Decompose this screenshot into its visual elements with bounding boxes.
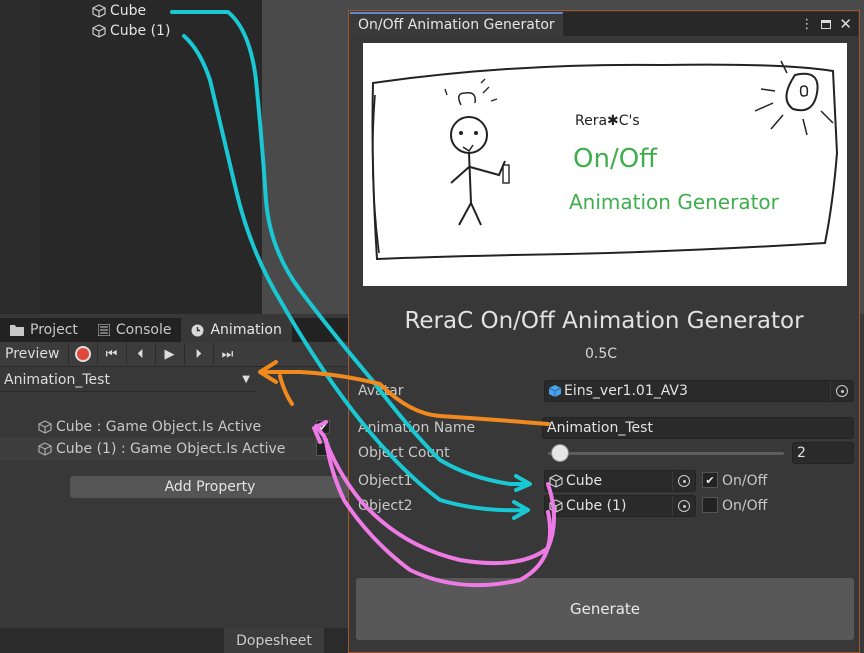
- object2-toggle-label: On/Off: [722, 498, 768, 514]
- console-icon: [97, 324, 110, 336]
- object1-toggle[interactable]: ✔: [702, 472, 718, 488]
- app-title: ReraC On/Off Animation Generator: [404, 308, 804, 334]
- object1-field[interactable]: Cube: [544, 470, 696, 492]
- hierarchy-item-label: Cube: [110, 3, 147, 19]
- banner-line1: On/Off: [573, 144, 658, 174]
- tab-label: Animation: [210, 322, 282, 338]
- folder-icon: [10, 325, 24, 336]
- object-count-slider[interactable]: [548, 452, 784, 455]
- cube-icon: [549, 499, 563, 513]
- generate-button[interactable]: Generate: [356, 578, 854, 640]
- dropdown-arrow-icon: ▼: [242, 374, 250, 385]
- step-back-icon: ⏴: [137, 346, 144, 362]
- object-picker-icon[interactable]: [830, 381, 853, 401]
- more-options-icon[interactable]: ⋮: [800, 17, 813, 32]
- avatar-field[interactable]: Eins_ver1.01_AV3: [544, 380, 854, 402]
- animation-name-label: Animation Name: [358, 420, 476, 436]
- tab-animation[interactable]: Animation: [181, 318, 292, 342]
- object1-label: Object1: [358, 473, 413, 489]
- cube-icon: [38, 442, 52, 456]
- maximize-icon[interactable]: [821, 19, 832, 29]
- first-key-button[interactable]: ⏮: [96, 343, 126, 365]
- animation-name-input[interactable]: Animation_Test: [542, 417, 854, 439]
- banner-drawing: Rera✱C's On/Off Animation Generator: [371, 60, 839, 261]
- avatar-value: Eins_ver1.01_AV3: [564, 383, 688, 399]
- object2-toggle[interactable]: [702, 497, 718, 513]
- skip-end-icon: ⏭: [221, 346, 234, 362]
- close-icon[interactable]: ✕: [839, 15, 852, 33]
- next-key-button[interactable]: ⏵: [183, 343, 213, 365]
- skip-start-icon: ⏮: [105, 346, 118, 362]
- play-button[interactable]: ▶: [154, 343, 184, 365]
- object2-label: Object2: [358, 498, 413, 514]
- last-key-button[interactable]: ⏭: [212, 343, 242, 365]
- hierarchy-item-cube-1[interactable]: Cube (1): [92, 21, 170, 41]
- record-icon: [74, 346, 91, 362]
- object2-field[interactable]: Cube (1): [544, 495, 696, 517]
- hierarchy-item-cube[interactable]: Cube: [92, 1, 146, 21]
- object2-value: Cube (1): [566, 498, 627, 514]
- version-label: 0.5C: [584, 346, 618, 362]
- cube-icon: [38, 420, 52, 434]
- tab-project[interactable]: Project: [0, 318, 88, 342]
- slider-thumb[interactable]: [551, 445, 568, 461]
- tab-console[interactable]: Console: [88, 318, 182, 342]
- object-count-label: Object Count: [358, 445, 450, 461]
- hierarchy-item-label: Cube (1): [110, 23, 171, 39]
- clock-icon: [191, 324, 204, 336]
- record-button[interactable]: [67, 343, 97, 365]
- animation-name-value: Animation_Test: [547, 420, 653, 436]
- banner-image: Rera✱C's On/Off Animation Generator: [363, 43, 847, 286]
- window-tab[interactable]: On/Off Animation Generator: [350, 12, 563, 36]
- object-count-value: 2: [797, 445, 806, 461]
- property-checkbox[interactable]: [316, 442, 330, 456]
- object1-value: Cube: [566, 473, 603, 489]
- object1-toggle-label: On/Off: [722, 473, 768, 489]
- avatar-cube-icon: [549, 385, 561, 397]
- cube-icon: [92, 4, 106, 18]
- bottom-tab-bar: Project Console Animation: [0, 318, 350, 342]
- animation-control-bar: Preview ⏮ ⏴ ▶ ⏵ ⏭: [0, 342, 350, 367]
- property-checkbox[interactable]: ✔: [316, 420, 330, 434]
- play-icon: ▶: [164, 346, 175, 362]
- property-label: Cube : Game Object.Is Active: [56, 419, 262, 435]
- object-picker-icon[interactable]: [672, 471, 695, 491]
- preview-toggle[interactable]: Preview: [0, 346, 68, 362]
- property-label: Cube (1) : Game Object.Is Active: [56, 441, 286, 457]
- avatar-label: Avatar: [358, 383, 404, 399]
- cube-icon: [92, 24, 106, 38]
- object-count-input[interactable]: 2: [792, 442, 854, 464]
- tab-label: Project: [30, 322, 78, 338]
- banner-author: Rera✱C's: [575, 113, 640, 129]
- clip-selector[interactable]: Animation_Test ▼: [0, 368, 256, 392]
- add-property-button[interactable]: Add Property: [70, 476, 350, 498]
- property-row[interactable]: Cube : Game Object.Is Active ✔: [0, 416, 330, 438]
- cube-icon: [549, 474, 563, 488]
- object-picker-icon[interactable]: [672, 496, 695, 516]
- clip-name: Animation_Test: [4, 371, 110, 388]
- prev-key-button[interactable]: ⏴: [125, 343, 155, 365]
- hierarchy-indent-strip: [0, 0, 40, 314]
- step-forward-icon: ⏵: [195, 346, 202, 362]
- window-title-bar[interactable]: On/Off Animation Generator ⋮ ✕: [350, 12, 858, 36]
- dopesheet-tab[interactable]: Dopesheet: [224, 628, 324, 653]
- tab-label: Console: [115, 322, 172, 338]
- property-row[interactable]: Cube (1) : Game Object.Is Active: [0, 438, 330, 460]
- banner-line2: Animation Generator: [569, 190, 780, 214]
